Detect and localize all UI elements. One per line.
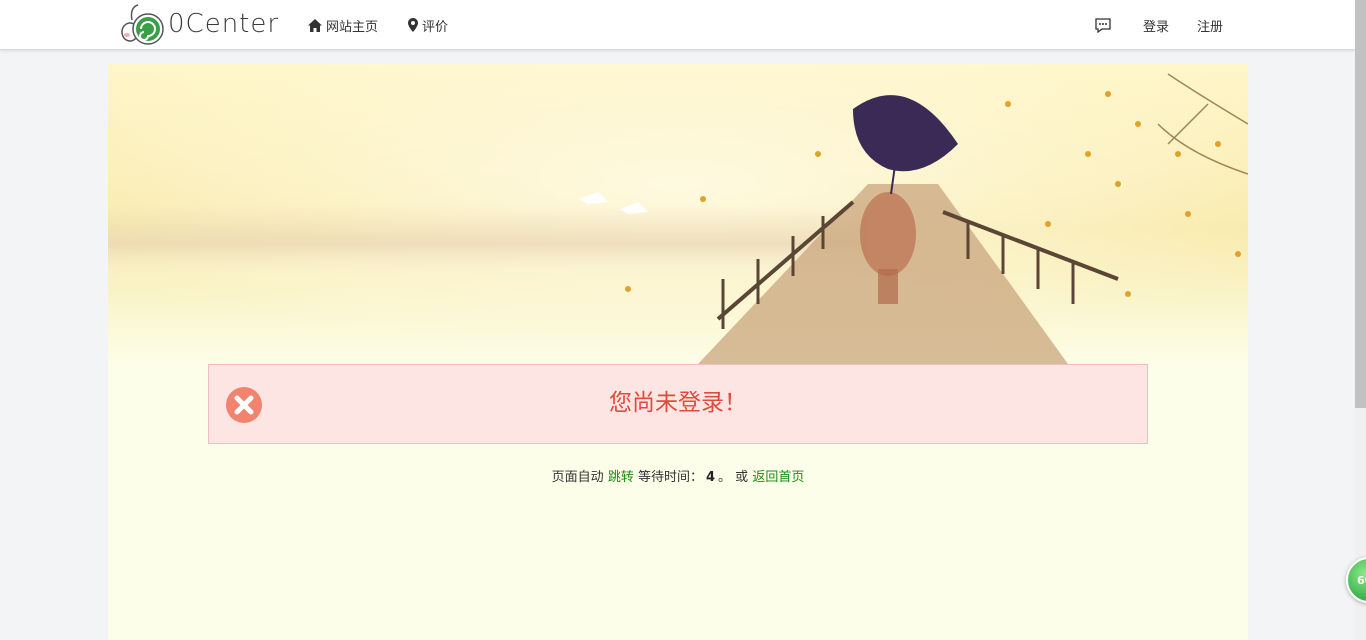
alert-box: 您尚未登录！ — [208, 364, 1148, 444]
nav-left: 网站主页 评价 — [308, 0, 478, 50]
nav-home-label: 网站主页 — [326, 19, 379, 35]
message-button[interactable] — [1095, 17, 1115, 33]
map-marker-icon — [408, 18, 419, 32]
jump-link[interactable]: 跳转 — [608, 470, 634, 485]
brand-name: 0Center — [168, 9, 280, 39]
brand-logo-link[interactable]: 0Center — [118, 2, 279, 46]
nav-home[interactable]: 网站主页 — [308, 16, 378, 35]
alert-message: 您尚未登录！ — [609, 390, 747, 416]
redirect-suffix: 。 或 — [718, 470, 749, 485]
main-panel: 您尚未登录！ 页面自动 跳转 等待时间： 4。 或 返回首页 — [108, 64, 1248, 640]
login-link[interactable]: 登录 — [1143, 16, 1169, 35]
page-scrollbar[interactable] — [1355, 0, 1366, 640]
wait-label: 等待时间： — [637, 470, 703, 485]
nav-right: 登录 注册 — [1095, 0, 1223, 50]
countdown-seconds: 4 — [705, 470, 716, 485]
snail-logo-icon — [121, 4, 164, 45]
nav-review[interactable]: 评价 — [408, 16, 448, 35]
home-icon — [308, 18, 322, 32]
return-home-link[interactable]: 返回首页 — [752, 470, 804, 485]
scrollbar-thumb[interactable] — [1355, 0, 1366, 408]
comment-icon — [1095, 17, 1111, 33]
register-link[interactable]: 注册 — [1197, 16, 1223, 35]
redirect-prefix: 页面自动 — [551, 470, 604, 485]
banner-image — [108, 64, 1248, 364]
floating-speed-badge[interactable]: 60 — [1346, 557, 1366, 603]
nav-review-label: 评价 — [422, 19, 449, 35]
top-navbar: 0Center 网站主页 评价 登录 注册 — [0, 0, 1355, 50]
redirect-notice: 页面自动 跳转 等待时间： 4。 或 返回首页 — [108, 466, 1248, 485]
